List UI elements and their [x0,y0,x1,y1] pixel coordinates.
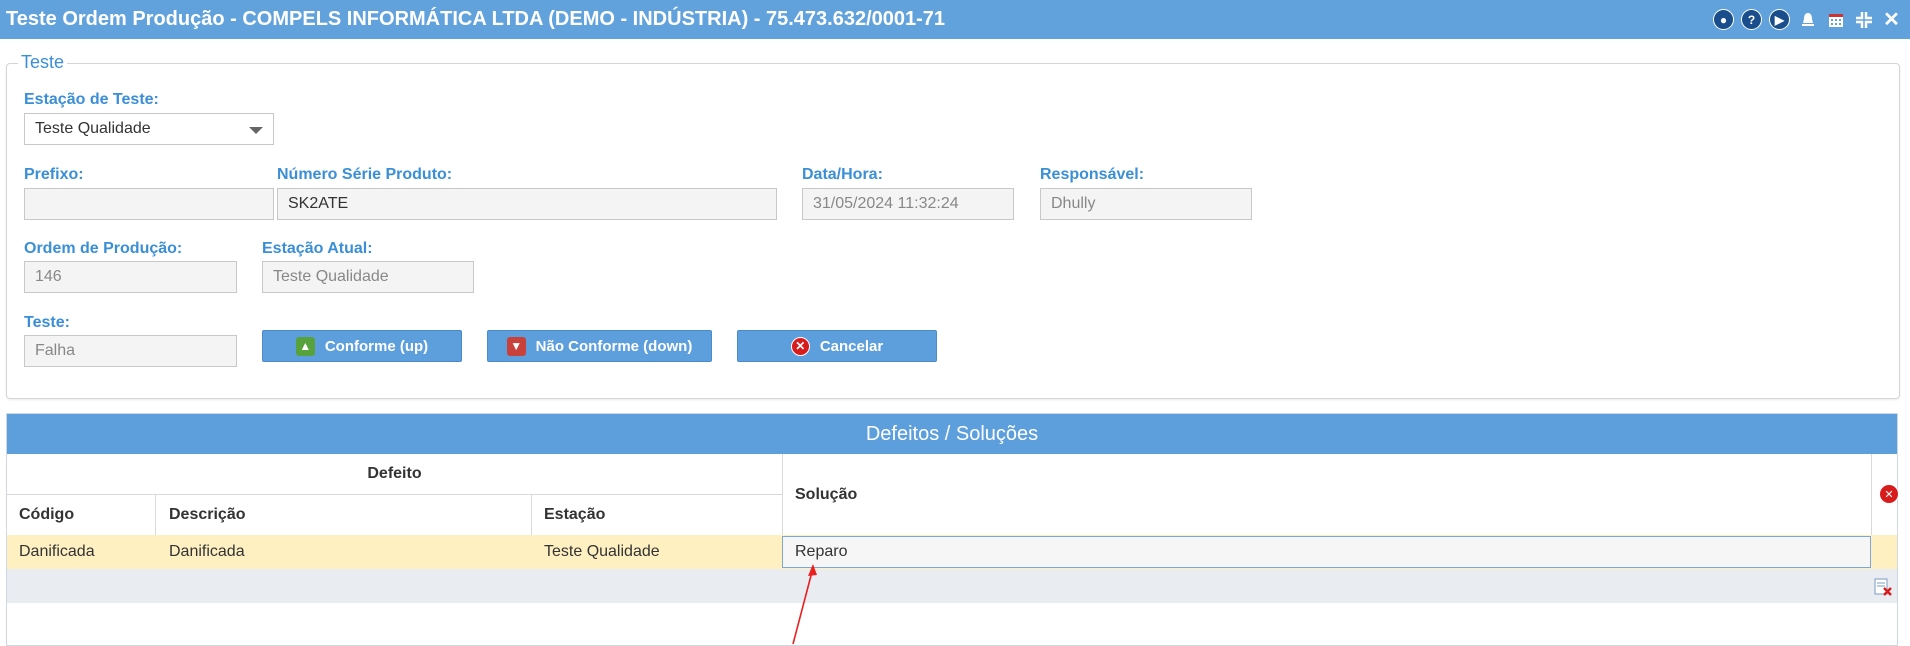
panel-title: Defeitos / Soluções [7,414,1897,454]
play-icon[interactable]: ▶ [1769,9,1790,30]
row-codigo: Danificada [19,543,95,560]
defeitos-solucoes-panel: Defeitos / Soluções Defeito Código Descr… [6,413,1899,646]
data-hora-label: Data/Hora: [802,166,883,183]
remove-row-icon[interactable] [1873,577,1893,597]
responsavel-input[interactable]: Dhully [1040,188,1252,220]
window-controls: ● ? ▶ ✕ [1713,9,1902,31]
compress-icon[interactable] [1853,9,1874,30]
column-divider [1871,454,1872,535]
nao-conforme-button[interactable]: ▼ Não Conforme (down) [487,330,712,362]
ordem-producao-label: Ordem de Produção: [24,240,183,257]
cancelar-button-label: Cancelar [819,337,884,355]
cancelar-button[interactable]: ✕ Cancelar [737,330,937,362]
prefixo-label: Prefixo: [24,166,84,183]
ordem-producao-input[interactable]: 146 [24,261,237,293]
column-header-solucao[interactable]: Solução [795,454,857,535]
window-title: Teste Ordem Produção - COMPELS INFORMÁTI… [6,8,946,30]
teste-input[interactable]: Falha [24,335,237,367]
defeito-group-header: Defeito [367,465,422,482]
row-estacao: Teste Qualidade [544,543,660,560]
column-header-descricao[interactable]: Descrição [169,494,246,535]
fieldset-legend: Teste [18,52,68,73]
numero-serie-input[interactable]: SK2ATE [277,188,777,220]
nao-conforme-button-label: Não Conforme (down) [535,337,693,355]
data-hora-input[interactable]: 31/05/2024 11:32:24 [802,188,1014,220]
restore-icon[interactable]: ● [1713,9,1734,30]
conforme-button-label: Conforme (up) [324,337,429,355]
prefixo-input[interactable] [24,188,274,220]
table-row-new[interactable] [7,569,1897,603]
help-icon[interactable]: ? [1741,9,1762,30]
estacao-teste-select[interactable]: Teste Qualidade [24,113,274,145]
delete-icon[interactable]: ✕ [1879,484,1899,504]
column-divider [155,494,156,535]
bell-icon[interactable] [1797,9,1818,30]
estacao-teste-label: Estação de Teste: [24,91,159,108]
estacao-atual-input[interactable]: Teste Qualidade [262,261,474,293]
estacao-atual-label: Estação Atual: [262,240,373,257]
conforme-button[interactable]: ▲ Conforme (up) [262,330,462,362]
window-titlebar: Teste Ordem Produção - COMPELS INFORMÁTI… [0,0,1910,39]
solucao-edit-input[interactable]: Reparo [782,536,1871,568]
estacao-teste-value: Teste Qualidade [35,120,151,137]
header-divider [7,494,782,495]
annotation-arrow [792,564,817,645]
numero-serie-label: Número Série Produto: [277,166,453,183]
chevron-down-icon[interactable] [249,127,263,134]
responsavel-label: Responsável: [1040,166,1145,183]
close-icon[interactable]: ✕ [1881,9,1902,31]
calendar-icon[interactable] [1825,9,1846,30]
column-divider [531,494,532,535]
cancel-icon: ✕ [790,336,810,356]
thumbs-down-icon: ▼ [506,336,526,356]
thumbs-up-icon: ▲ [295,336,315,356]
row-descricao: Danificada [169,543,245,560]
column-header-codigo[interactable]: Código [19,494,74,535]
teste-label: Teste: [24,314,70,331]
column-header-estacao[interactable]: Estação [544,494,605,535]
